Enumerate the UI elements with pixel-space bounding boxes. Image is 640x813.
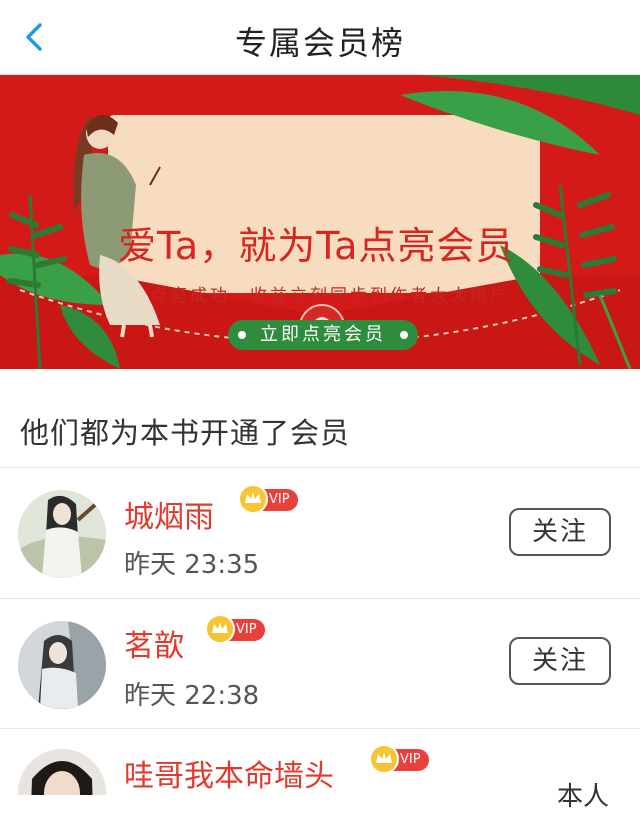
cta-label: 立即点亮会员 [260, 324, 386, 345]
vip-badge: VIP [205, 614, 265, 644]
vip-label: VIP [400, 752, 421, 767]
crown-icon [238, 484, 268, 514]
top-bar: 专属会员榜 [0, 0, 640, 75]
member-name[interactable]: 茗歆 [124, 621, 184, 665]
banner-headline: 爱Ta，就为Ta点亮会员 [118, 224, 515, 268]
light-up-membership-button[interactable]: 立即点亮会员 [228, 320, 418, 350]
vip-badge: VIP [369, 744, 429, 774]
vip-badge: VIP [238, 484, 298, 514]
dot-icon [400, 331, 408, 339]
page-title: 专属会员榜 [234, 24, 405, 62]
avatar [18, 749, 106, 795]
vip-label: VIP [269, 492, 290, 507]
timestamp: 昨天 22:38 [124, 681, 260, 711]
crown-icon [369, 744, 399, 774]
member-name[interactable]: 城烟雨 [124, 492, 214, 536]
timestamp: 昨天 23:35 [124, 550, 260, 580]
member-row: 哇哥我本命墙头 VIP [0, 729, 640, 795]
vip-label: VIP [236, 622, 257, 637]
member-name[interactable]: 哇哥我本命墙头 [124, 751, 334, 795]
dot-icon [238, 331, 246, 339]
follow-button[interactable]: 关注 [509, 637, 611, 685]
follow-button[interactable]: 关注 [509, 508, 611, 556]
crown-icon [205, 614, 235, 644]
avatar [18, 621, 106, 709]
promo-banner[interactable]: 爱Ta，就为Ta点亮会员 点亮成功，收益立刻同步到作者大大账户 立即点亮会员 [0, 75, 640, 369]
member-row: 城烟雨 VIP 昨天 23:35 关注 [0, 468, 640, 598]
avatar [18, 490, 106, 578]
section-title: 他们都为本书开通了会员 [20, 416, 351, 450]
banner-subtitle: 点亮成功，收益立刻同步到作者大大账户 [150, 286, 510, 306]
member-row: 茗歆 VIP 昨天 22:38 关注 [0, 599, 640, 729]
